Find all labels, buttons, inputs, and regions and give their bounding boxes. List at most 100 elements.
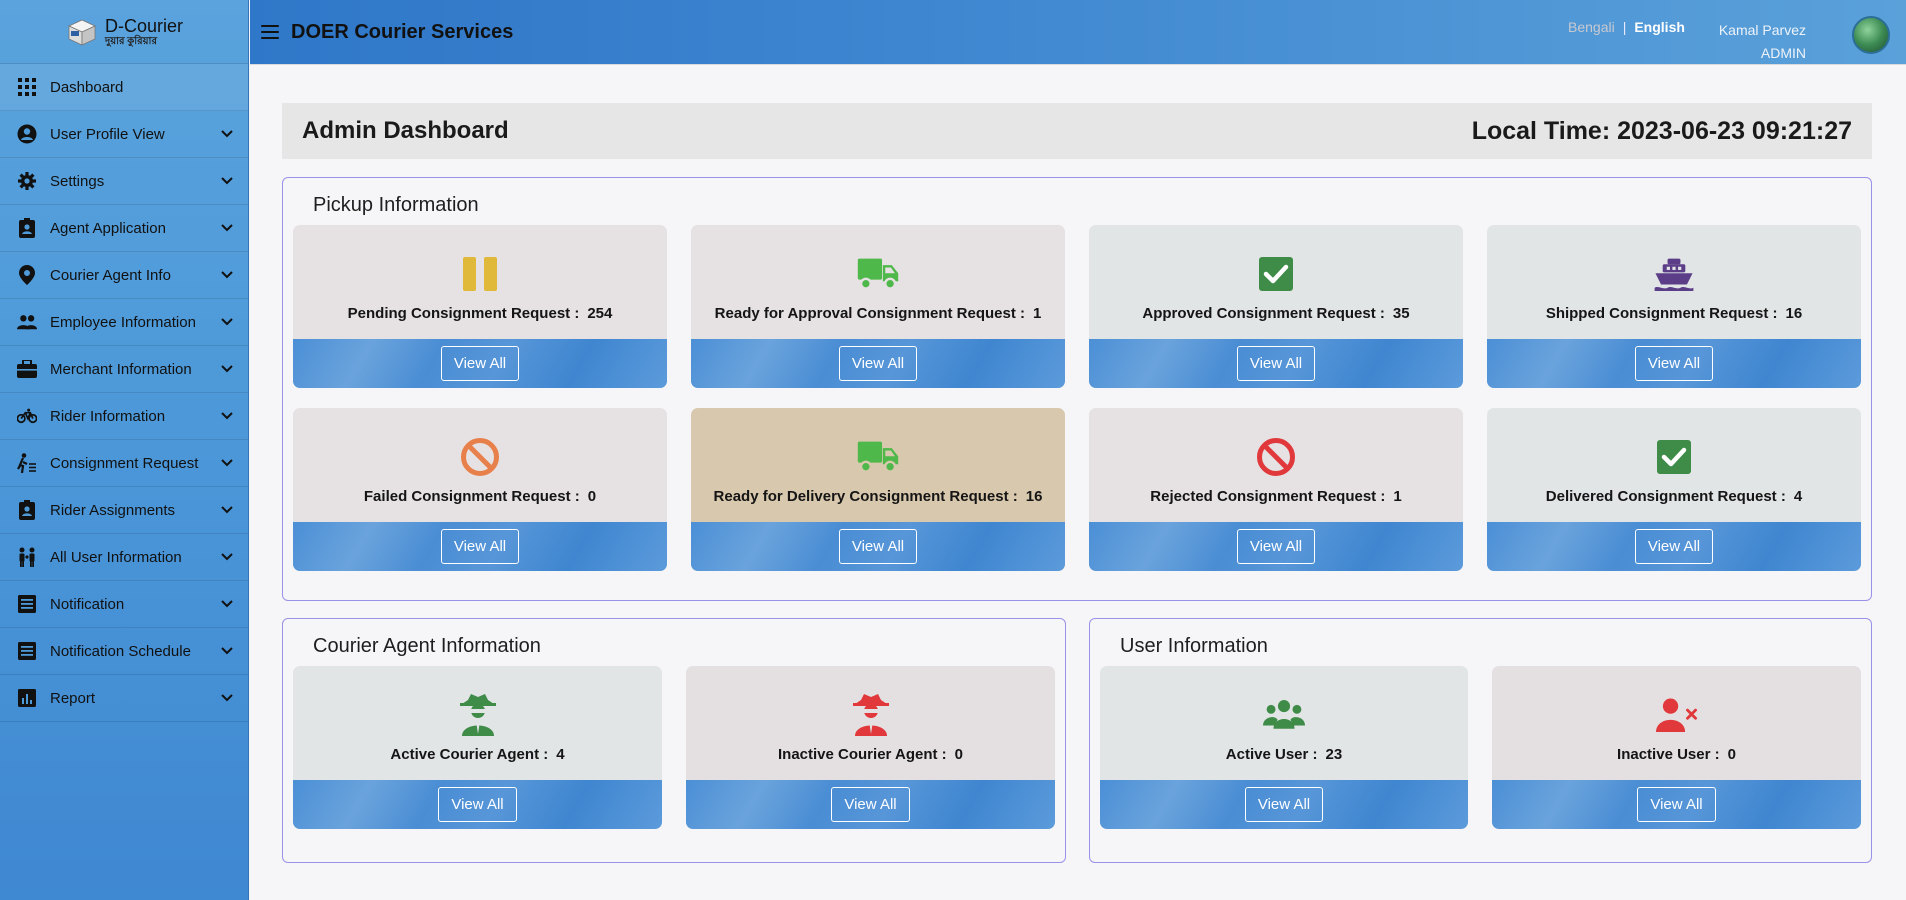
check-square-icon xyxy=(1653,436,1695,478)
sidebar-item-settings[interactable]: Settings xyxy=(0,158,248,205)
view-all-button[interactable]: View All xyxy=(1236,346,1316,381)
chevron-down-icon xyxy=(220,174,234,188)
user-info[interactable]: Kamal Parvez ADMIN xyxy=(1719,19,1806,65)
view-all-button[interactable]: View All xyxy=(838,529,918,564)
sidebar-item-label: Employee Information xyxy=(50,313,196,331)
card-count: 16 xyxy=(1785,305,1803,322)
view-all-button[interactable]: View All xyxy=(440,529,520,564)
sidebar-item-label: Notification xyxy=(50,595,125,613)
bicycle-icon xyxy=(17,406,37,426)
inactive-user-card: Inactive User : 0 View All xyxy=(1492,666,1861,829)
brand[interactable]: D-Courier দুয়ার কুরিয়ার xyxy=(0,0,248,64)
card-label: Active Courier Agent : xyxy=(390,746,549,763)
card-label: Ready for Approval Consignment Request : xyxy=(714,305,1025,322)
user-name: Kamal Parvez xyxy=(1718,22,1806,38)
chevron-down-icon xyxy=(220,550,234,564)
account-circle-icon xyxy=(17,124,37,144)
sidebar-item-label: User Profile View xyxy=(50,125,165,143)
sidebar-item-dashboard[interactable]: Dashboard xyxy=(0,64,248,111)
active-user-card: Active User : 23 View All xyxy=(1100,666,1468,829)
card-count: 1 xyxy=(1032,305,1042,322)
view-all-button[interactable]: View All xyxy=(1236,529,1316,564)
pickup-information-panel: Pickup Information Pending Consignment R… xyxy=(282,177,1872,601)
card-count: 16 xyxy=(1025,488,1043,505)
sidebar-item-report[interactable]: Report xyxy=(0,675,248,722)
card-count: 4 xyxy=(556,746,565,763)
card-label: Inactive User : xyxy=(1617,746,1720,763)
chevron-down-icon xyxy=(220,644,234,658)
view-all-button[interactable]: View All xyxy=(1634,346,1714,381)
spy-agent-icon xyxy=(457,694,499,736)
card-label: Rejected Consignment Request : xyxy=(1150,488,1386,505)
sidebar-item-courier-agent-info[interactable]: Courier Agent Info xyxy=(0,252,248,299)
inactive-courier-agent-card: Inactive Courier Agent : 0 View All xyxy=(686,666,1055,829)
chevron-down-icon xyxy=(220,362,234,376)
sidebar-item-label: Settings xyxy=(50,172,105,190)
approved-consignment-card: Approved Consignment Request : 35 View Al… xyxy=(1089,225,1463,388)
card-label: Pending Consignment Request : xyxy=(347,305,580,322)
card-label: Active User : xyxy=(1225,746,1318,763)
delivered-consignment-card: Delivered Consignment Request : 4 View Al… xyxy=(1487,408,1861,571)
view-all-button[interactable]: View All xyxy=(438,787,517,822)
ban-icon xyxy=(459,436,501,478)
sidebar-item-notification-schedule[interactable]: Notification Schedule xyxy=(0,628,248,675)
avatar[interactable] xyxy=(1852,16,1890,54)
dashboard-titlebar: Admin Dashboard Local Time: 2023-06-23 0… xyxy=(282,103,1872,159)
view-all-button[interactable]: View All xyxy=(440,346,520,381)
sidebar-item-agent-application[interactable]: Agent Application xyxy=(0,205,248,252)
user-x-icon xyxy=(1655,694,1698,736)
app-title: DOER Courier Services xyxy=(291,20,514,43)
panel-title: User Information xyxy=(1120,635,1268,657)
badge-icon xyxy=(17,218,37,238)
sidebar-item-employee-information[interactable]: Employee Information xyxy=(0,299,248,346)
card-count: 4 xyxy=(1793,488,1803,505)
chevron-down-icon xyxy=(220,456,234,470)
view-all-button[interactable]: View All xyxy=(1634,529,1714,564)
sidebar-item-merchant-information[interactable]: Merchant Information xyxy=(0,346,248,393)
view-all-button[interactable]: View All xyxy=(1244,787,1324,822)
badge-icon xyxy=(17,500,37,520)
list-icon xyxy=(17,641,37,661)
card-count: 1 xyxy=(1393,488,1402,505)
sidebar-item-label: Notification Schedule xyxy=(50,642,191,660)
card-count: 0 xyxy=(1727,746,1736,763)
view-all-button[interactable]: View All xyxy=(1637,787,1716,822)
active-courier-agent-card: Active Courier Agent : 4 View All xyxy=(293,666,662,829)
local-time: Local Time: 2023-06-23 09:21:27 xyxy=(1471,116,1852,145)
courier-agent-information-panel: Courier Agent Information Active Courier… xyxy=(282,618,1066,863)
hamburger-menu-icon[interactable] xyxy=(261,25,279,39)
top-header: DOER Courier Services Bengali | English … xyxy=(250,0,1906,64)
user-information-panel: User Information Active User : 23 View Al… xyxy=(1089,618,1872,863)
sidebar-item-rider-assignments[interactable]: Rider Assignments xyxy=(0,487,248,534)
grid-icon xyxy=(17,77,37,97)
language-switcher: Bengali | English xyxy=(1568,19,1685,35)
card-label: Delivered Consignment Request : xyxy=(1545,488,1786,505)
language-english-link[interactable]: English xyxy=(1634,19,1685,35)
sidebar-item-user-profile-view[interactable]: User Profile View xyxy=(0,111,248,158)
users-group-icon xyxy=(1263,694,1305,736)
ship-icon xyxy=(1653,253,1695,295)
language-bengali-link[interactable]: Bengali xyxy=(1568,19,1615,35)
chevron-down-icon xyxy=(220,503,234,517)
user-role: ADMIN xyxy=(1760,45,1806,61)
sidebar-nav: Dashboard User Profile View Settings Age… xyxy=(0,64,248,722)
sidebar-item-label: Agent Application xyxy=(50,219,166,237)
list-icon xyxy=(17,594,37,614)
sidebar-item-notification[interactable]: Notification xyxy=(0,581,248,628)
view-all-button[interactable]: View All xyxy=(838,346,918,381)
card-label: Inactive Courier Agent : xyxy=(778,746,947,763)
view-all-button[interactable]: View All xyxy=(831,787,910,822)
card-count: 23 xyxy=(1325,746,1343,763)
ban-icon xyxy=(1255,436,1297,478)
sidebar-item-all-user-information[interactable]: All User Information xyxy=(0,534,248,581)
family-icon xyxy=(17,547,37,567)
sidebar-item-consignment-request[interactable]: Consignment Request xyxy=(0,440,248,487)
panel-title: Courier Agent Information xyxy=(313,635,541,657)
rejected-consignment-card: Rejected Consignment Request : 1 View All xyxy=(1089,408,1463,571)
card-label: Approved Consignment Request : xyxy=(1142,305,1385,322)
sidebar-item-rider-information[interactable]: Rider Information xyxy=(0,393,248,440)
running-person-icon xyxy=(17,453,37,473)
page-title: Admin Dashboard xyxy=(302,117,509,144)
pause-icon xyxy=(459,253,501,295)
pending-consignment-card: Pending Consignment Request : 254 View Al… xyxy=(293,225,667,388)
